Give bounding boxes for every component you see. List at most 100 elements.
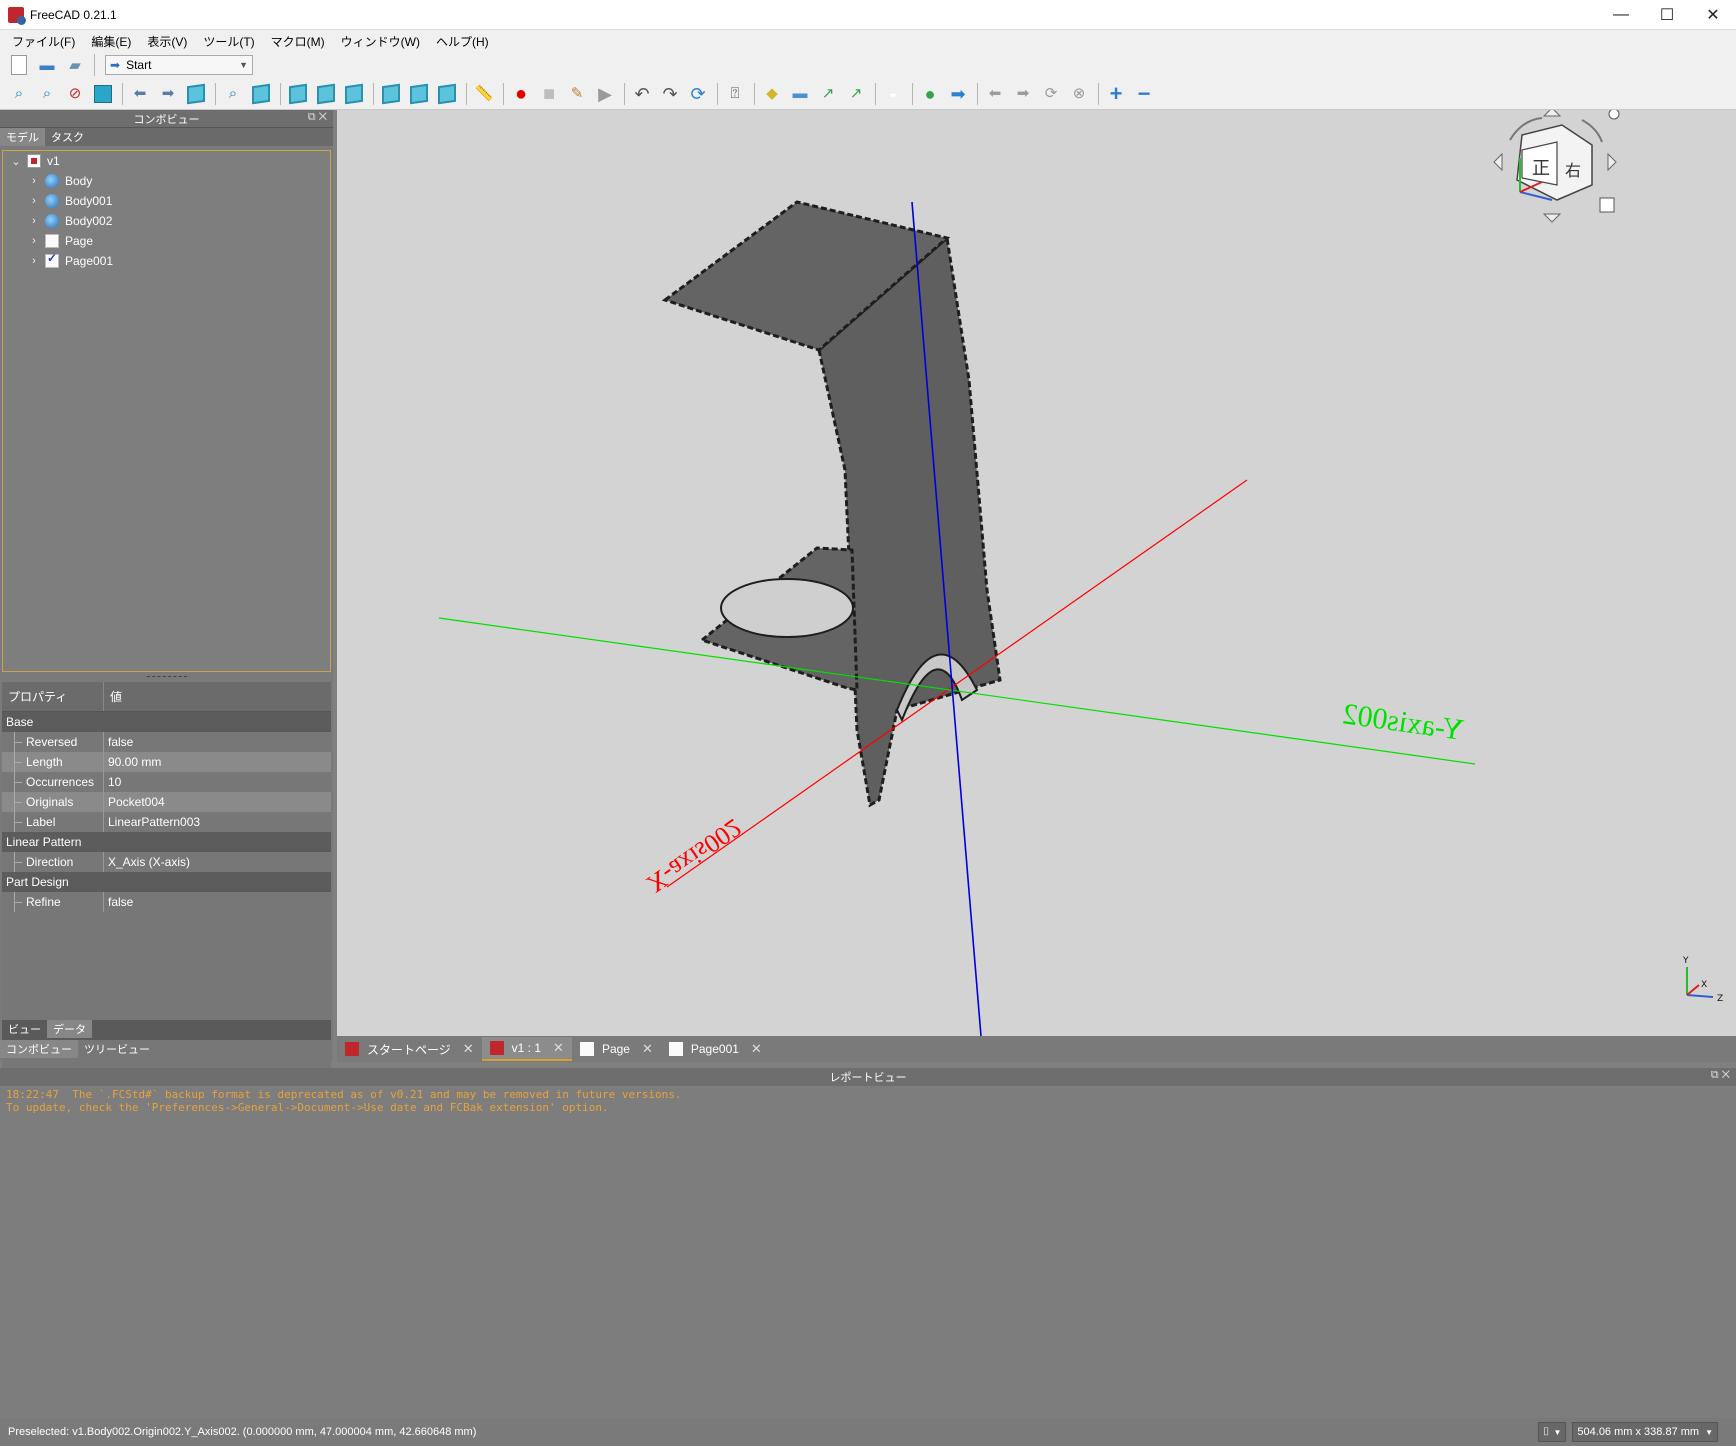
bottom-view-icon[interactable]: [408, 83, 430, 105]
property-value[interactable]: LinearPattern003: [104, 812, 200, 832]
link-sub-icon[interactable]: ↗: [845, 83, 867, 105]
menu-edit[interactable]: 編集(E): [83, 33, 139, 50]
macro-record-icon[interactable]: ●: [510, 83, 532, 105]
3d-scene[interactable]: X-axis002 Y-axis002 正 右 Y X Z: [337, 110, 1736, 1036]
sync-view-icon[interactable]: [185, 83, 207, 105]
chevron-down-icon[interactable]: ⌄: [9, 155, 23, 168]
menu-help[interactable]: ヘルプ(H): [428, 33, 497, 50]
property-group-linear-pattern[interactable]: Linear Pattern: [2, 832, 331, 852]
web-back-icon[interactable]: ⬅: [984, 83, 1006, 105]
web-next-icon[interactable]: ➡: [1012, 83, 1034, 105]
report-log[interactable]: 18:22:47 The `.FCStd#` backup format is …: [0, 1086, 1736, 1116]
web-refresh-icon[interactable]: ⟳: [1040, 83, 1062, 105]
right-view-icon[interactable]: [343, 83, 365, 105]
macro-edit-icon[interactable]: ✎: [566, 83, 588, 105]
minimize-button[interactable]: —: [1598, 0, 1644, 30]
redo-icon[interactable]: ↷: [659, 83, 681, 105]
web-globe-icon[interactable]: ●: [919, 83, 941, 105]
dimension-display[interactable]: 504.06 mm x 338.87 mm ▼: [1572, 1422, 1718, 1442]
menu-macro[interactable]: マクロ(M): [263, 33, 333, 50]
nav-mini-cube-icon[interactable]: [1599, 197, 1615, 213]
property-row-direction[interactable]: Direction X_Axis (X-axis): [2, 852, 331, 872]
tab-model[interactable]: モデル: [0, 128, 45, 146]
menu-file[interactable]: ファイル(F): [4, 33, 83, 50]
nav-rotate-right-icon[interactable]: [1581, 119, 1603, 143]
forward-arrow-icon[interactable]: ➡: [157, 83, 179, 105]
property-value[interactable]: false: [104, 732, 133, 752]
close-icon[interactable]: ✕: [463, 1041, 474, 1057]
tab-page001[interactable]: Page001 ✕: [661, 1037, 770, 1061]
front-view-icon[interactable]: [287, 83, 309, 105]
value-column-header[interactable]: 値: [104, 682, 122, 711]
open-folder-icon[interactable]: ▬: [36, 54, 58, 76]
isometric-view-icon[interactable]: [250, 83, 272, 105]
tab-combo-view[interactable]: コンボビュー: [0, 1040, 78, 1058]
tree-item-body001[interactable]: › Body001: [3, 191, 330, 211]
web-forward-icon[interactable]: ➡: [947, 83, 969, 105]
material-icon[interactable]: ◒: [882, 83, 904, 105]
rear-view-icon[interactable]: [380, 83, 402, 105]
tree-item-body002[interactable]: › Body002: [3, 211, 330, 231]
fit-selection-icon[interactable]: ⌕: [36, 83, 58, 105]
measure-icon[interactable]: 📏: [473, 83, 495, 105]
back-arrow-icon[interactable]: ⬅: [129, 83, 151, 105]
maximize-button[interactable]: ☐: [1644, 0, 1690, 30]
fit-all-icon[interactable]: ⌕: [8, 83, 30, 105]
whats-this-icon[interactable]: ⍰: [724, 83, 746, 105]
property-row-originals[interactable]: Originals Pocket004: [2, 792, 331, 812]
macro-stop-icon[interactable]: ■: [538, 83, 560, 105]
zoom-out-icon[interactable]: −: [1133, 82, 1155, 105]
chevron-right-icon[interactable]: ›: [27, 215, 41, 227]
chevron-right-icon[interactable]: ›: [27, 235, 41, 247]
tree-item-body[interactable]: › Body: [3, 171, 330, 191]
tab-tree-view[interactable]: ツリービュー: [78, 1040, 156, 1058]
chevron-right-icon[interactable]: ›: [27, 195, 41, 207]
zoom-in-icon[interactable]: +: [1105, 82, 1127, 105]
nav-arrow-left-icon[interactable]: [1493, 152, 1503, 172]
new-document-icon[interactable]: [8, 54, 30, 76]
property-row-label[interactable]: Label LinearPattern003: [2, 812, 331, 832]
chevron-right-icon[interactable]: ›: [27, 255, 41, 267]
property-row-occurrences[interactable]: Occurrences 10: [2, 772, 331, 792]
refresh-icon[interactable]: ⟳: [687, 83, 709, 105]
close-icon[interactable]: ✕: [553, 1040, 564, 1056]
part-icon[interactable]: ◆: [761, 83, 783, 105]
group-icon[interactable]: ▬: [789, 83, 811, 105]
undo-icon[interactable]: ↶: [631, 83, 653, 105]
menu-view[interactable]: 表示(V): [139, 33, 195, 50]
property-group-part-design[interactable]: Part Design: [2, 872, 331, 892]
top-view-icon[interactable]: [315, 83, 337, 105]
tree-item-page[interactable]: › Page: [3, 231, 330, 251]
tree-item-v1[interactable]: ⌄ v1: [3, 151, 330, 171]
menu-tools[interactable]: ツール(T): [195, 33, 262, 50]
left-view-icon[interactable]: [436, 83, 458, 105]
property-value[interactable]: Pocket004: [104, 792, 165, 812]
property-value[interactable]: X_Axis (X-axis): [104, 852, 190, 872]
navigation-cube[interactable]: 正 右: [1493, 110, 1620, 223]
web-stop-icon[interactable]: ⊗: [1068, 83, 1090, 105]
property-value[interactable]: false: [104, 892, 133, 912]
property-group-base[interactable]: Base: [2, 712, 331, 732]
tab-page[interactable]: Page ✕: [572, 1037, 661, 1061]
tab-view-properties[interactable]: ビュー: [2, 1020, 47, 1038]
draw-style-icon[interactable]: ⊘: [64, 83, 86, 105]
menu-window[interactable]: ウィンドウ(W): [333, 33, 428, 50]
tab-start-page[interactable]: スタートページ ✕: [337, 1037, 482, 1061]
property-row-reversed[interactable]: Reversed false: [2, 732, 331, 752]
property-value[interactable]: 90.00 mm: [104, 752, 161, 772]
zoom-icon[interactable]: ⌕: [222, 83, 244, 105]
tab-v1[interactable]: v1 : 1 ✕: [481, 1037, 572, 1061]
save-icon[interactable]: ▰: [64, 54, 86, 76]
close-icon[interactable]: ✕: [642, 1041, 653, 1057]
property-row-refine[interactable]: Refine false: [2, 892, 331, 912]
workbench-selector[interactable]: ➡ Start ▼: [105, 55, 253, 75]
link-icon[interactable]: ↗: [817, 83, 839, 105]
3d-viewport[interactable]: X-axis002 Y-axis002 正 右 Y X Z: [337, 110, 1736, 1036]
nav-arrow-down-icon[interactable]: [1542, 213, 1562, 223]
chevron-right-icon[interactable]: ›: [27, 175, 41, 187]
property-column-header[interactable]: プロパティ: [2, 682, 104, 711]
panel-splitter[interactable]: [0, 672, 333, 682]
navigation-style-selector[interactable]: ⌷ ▼: [1537, 1422, 1567, 1442]
nav-arrow-right-icon[interactable]: [1607, 152, 1617, 172]
tree-item-page001[interactable]: › Page001: [3, 251, 330, 271]
